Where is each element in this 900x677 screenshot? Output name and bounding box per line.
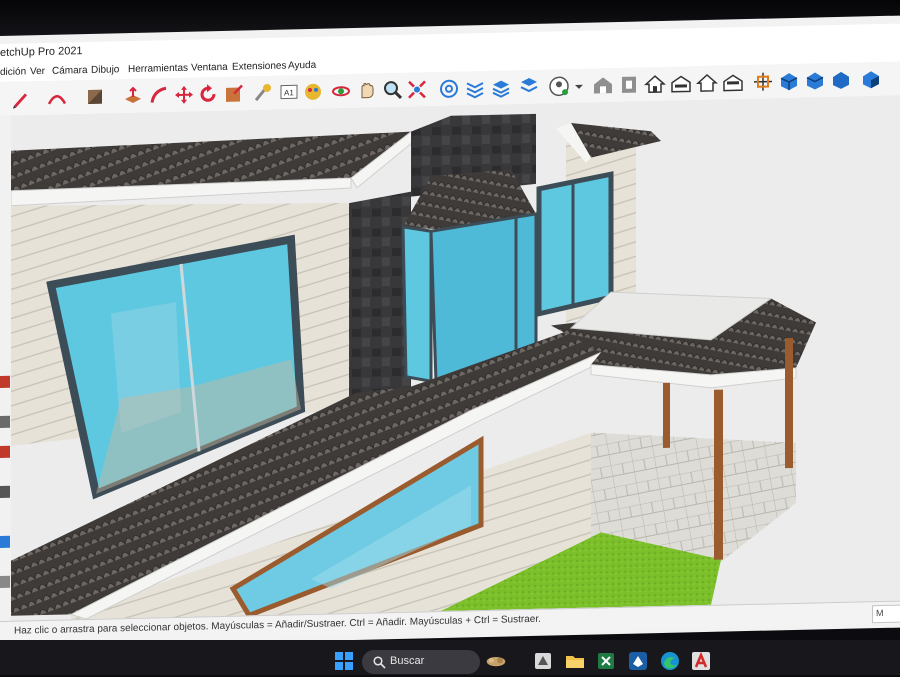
tape-tool-icon[interactable] xyxy=(0,535,10,548)
menu-herramientas[interactable]: Herramientas xyxy=(128,63,188,75)
left-view-icon[interactable] xyxy=(722,71,744,93)
svg-text:A1: A1 xyxy=(284,88,294,97)
paint-bucket-icon[interactable] xyxy=(84,86,106,108)
push-pull-icon[interactable] xyxy=(122,85,144,107)
windows-taskbar: Buscar xyxy=(0,640,900,675)
porch-post xyxy=(663,382,670,448)
windows-start-icon[interactable] xyxy=(333,650,355,672)
stone-chimney xyxy=(349,191,411,414)
house-model-render xyxy=(11,95,900,621)
search-placeholder: Buscar xyxy=(390,655,425,667)
rectangle-tool-icon[interactable] xyxy=(0,485,10,498)
section-cuts-icon[interactable] xyxy=(804,69,826,91)
app-title: etchUp Pro 2021 xyxy=(0,45,83,59)
pan-icon[interactable] xyxy=(356,79,378,101)
menu-extensiones[interactable]: Extensiones xyxy=(232,60,286,72)
menu-camara[interactable]: Cámara xyxy=(52,65,88,77)
back-view-icon[interactable] xyxy=(696,72,718,94)
shadows-icon[interactable] xyxy=(860,68,882,90)
sketchup-icon[interactable] xyxy=(532,650,554,672)
layers-icon[interactable] xyxy=(490,76,512,98)
walk-tool-icon[interactable] xyxy=(0,575,10,588)
excel-icon[interactable] xyxy=(595,650,617,672)
taskbar-search[interactable]: Buscar xyxy=(362,650,480,674)
measurements-box[interactable]: M xyxy=(872,604,900,624)
user-account-icon[interactable] xyxy=(548,75,570,97)
orbit-icon[interactable] xyxy=(330,80,352,102)
porch-post xyxy=(714,389,723,560)
right-upper-window xyxy=(536,171,614,317)
paint-icon[interactable] xyxy=(302,81,324,103)
menu-ver[interactable]: Ver xyxy=(30,66,45,77)
file-explorer-icon[interactable] xyxy=(564,650,586,672)
pencil-icon[interactable] xyxy=(10,87,32,109)
follow-me-icon[interactable] xyxy=(148,84,170,106)
menu-edicion[interactable]: dición xyxy=(0,66,26,78)
edge-icon[interactable] xyxy=(659,650,681,672)
porch-post xyxy=(785,338,793,469)
warehouse-icon[interactable] xyxy=(438,78,460,100)
iso-view-icon[interactable] xyxy=(592,74,614,96)
arc-icon[interactable] xyxy=(46,86,68,108)
menu-dibujo[interactable]: Dibujo xyxy=(91,64,119,76)
section-plane-icon[interactable] xyxy=(752,70,774,92)
right-view-icon[interactable] xyxy=(670,72,692,94)
autocad-icon[interactable] xyxy=(690,650,712,672)
sketchup-window: etchUp Pro 2021 dición Ver Cámara Dibujo… xyxy=(0,15,900,648)
section-fill-icon[interactable] xyxy=(830,69,852,91)
sketchup-app-icon[interactable] xyxy=(627,650,649,672)
top-view-icon[interactable] xyxy=(618,73,640,95)
styles-icon[interactable] xyxy=(518,76,540,98)
zoom-icon[interactable] xyxy=(382,79,404,101)
line-tool-icon[interactable] xyxy=(0,445,10,458)
move-icon[interactable] xyxy=(173,84,195,106)
tape-measure-icon[interactable] xyxy=(252,82,274,104)
menu-ventana[interactable]: Ventana xyxy=(191,62,228,74)
text-icon[interactable]: A1 xyxy=(278,81,300,103)
chevron-down-icon[interactable] xyxy=(568,75,583,97)
rotate-icon[interactable] xyxy=(197,83,219,105)
search-icon xyxy=(373,656,386,669)
menu-ayuda[interactable]: Ayuda xyxy=(288,60,316,72)
scale-icon[interactable] xyxy=(223,82,245,104)
modeling-viewport[interactable] xyxy=(11,95,900,621)
display-section-icon[interactable] xyxy=(778,70,800,92)
measurements-label: M xyxy=(876,607,884,619)
front-view-icon[interactable] xyxy=(644,73,666,95)
widgets-icon[interactable] xyxy=(485,650,523,672)
select-tool-icon[interactable] xyxy=(0,375,10,388)
zoom-extents-icon[interactable] xyxy=(406,78,428,100)
eraser-tool-icon[interactable] xyxy=(0,415,10,428)
components-icon[interactable] xyxy=(464,77,486,99)
bay-window-left-pane xyxy=(401,225,433,384)
